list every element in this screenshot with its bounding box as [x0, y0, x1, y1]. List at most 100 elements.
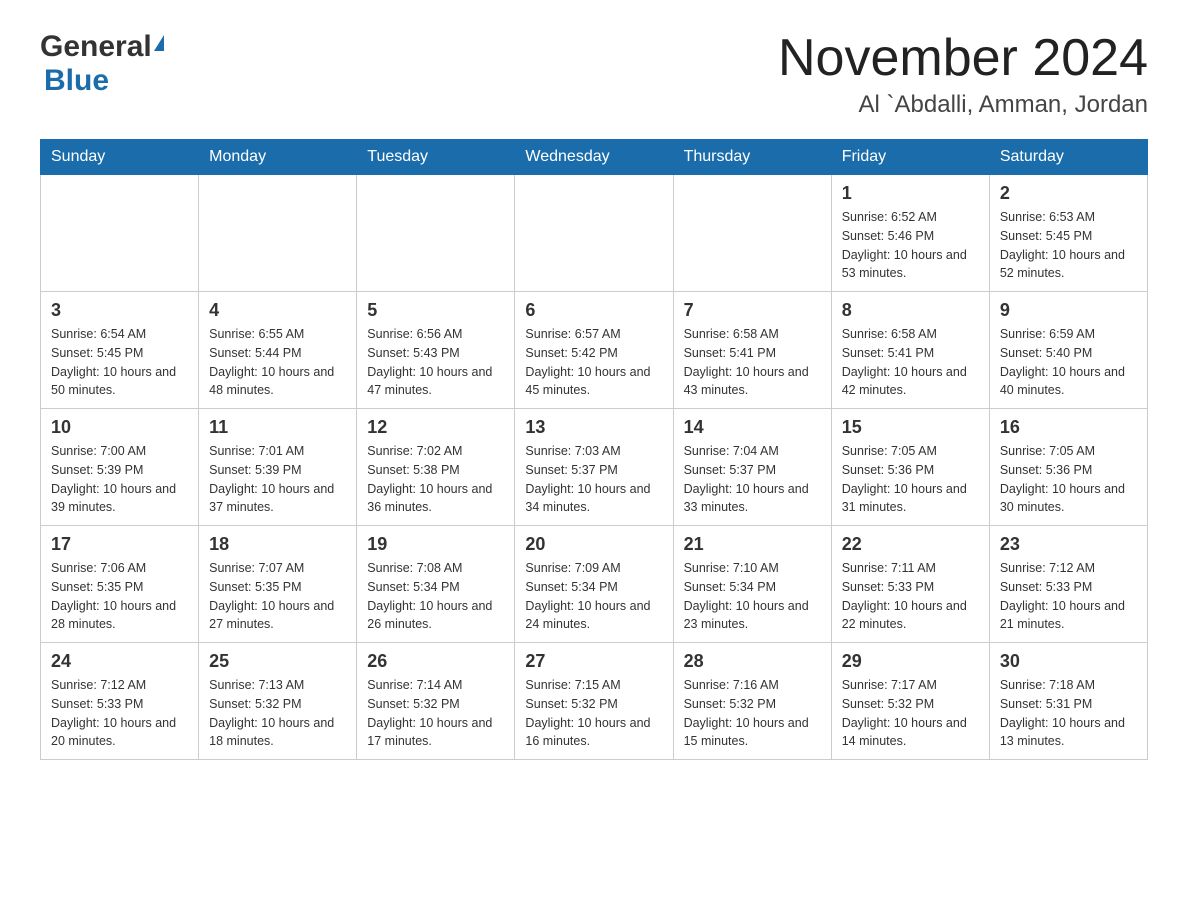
calendar-cell: 25 Sunrise: 7:13 AMSunset: 5:32 PMDayligh…: [199, 643, 357, 760]
day-info: Sunrise: 6:56 AMSunset: 5:43 PMDaylight:…: [367, 325, 504, 400]
day-info: Sunrise: 7:05 AMSunset: 5:36 PMDaylight:…: [842, 442, 979, 517]
day-number: 28: [684, 651, 821, 672]
day-number: 9: [1000, 300, 1137, 321]
day-info: Sunrise: 7:05 AMSunset: 5:36 PMDaylight:…: [1000, 442, 1137, 517]
day-number: 17: [51, 534, 188, 555]
day-number: 30: [1000, 651, 1137, 672]
calendar-cell: 26 Sunrise: 7:14 AMSunset: 5:32 PMDayligh…: [357, 643, 515, 760]
calendar-cell: 7 Sunrise: 6:58 AMSunset: 5:41 PMDaylight…: [673, 292, 831, 409]
calendar-week-row: 17Sunrise: 7:06 AMSunset: 5:35 PMDayligh…: [41, 526, 1148, 643]
day-info: Sunrise: 7:03 AMSunset: 5:37 PMDaylight:…: [525, 442, 662, 517]
calendar-cell: 18 Sunrise: 7:07 AMSunset: 5:35 PMDayligh…: [199, 526, 357, 643]
day-info: Sunrise: 7:01 AMSunset: 5:39 PMDaylight:…: [209, 442, 346, 517]
day-info: Sunrise: 6:58 AMSunset: 5:41 PMDaylight:…: [684, 325, 821, 400]
calendar-cell: 9Sunrise: 6:59 AMSunset: 5:40 PMDaylight…: [989, 292, 1147, 409]
logo: General Blue: [40, 30, 164, 98]
day-info: Sunrise: 6:57 AMSunset: 5:42 PMDaylight:…: [525, 325, 662, 400]
header-tuesday: Tuesday: [357, 140, 515, 175]
header-friday: Friday: [831, 140, 989, 175]
calendar-cell: 13 Sunrise: 7:03 AMSunset: 5:37 PMDayligh…: [515, 409, 673, 526]
calendar-table: SundayMondayTuesdayWednesdayThursdayFrid…: [40, 139, 1148, 760]
calendar-cell: 3 Sunrise: 6:54 AMSunset: 5:45 PMDaylight…: [41, 292, 199, 409]
calendar-cell: 28 Sunrise: 7:16 AMSunset: 5:32 PMDayligh…: [673, 643, 831, 760]
calendar-week-row: 24Sunrise: 7:12 AMSunset: 5:33 PMDayligh…: [41, 643, 1148, 760]
calendar-cell: 14 Sunrise: 7:04 AMSunset: 5:37 PMDayligh…: [673, 409, 831, 526]
day-number: 20: [525, 534, 662, 555]
header-sunday: Sunday: [41, 140, 199, 175]
day-number: 7: [684, 300, 821, 321]
day-number: 12: [367, 417, 504, 438]
calendar-subtitle: Al `Abdalli, Amman, Jordan: [778, 91, 1148, 119]
day-number: 25: [209, 651, 346, 672]
calendar-cell: 8 Sunrise: 6:58 AMSunset: 5:41 PMDaylight…: [831, 292, 989, 409]
day-info: Sunrise: 7:10 AMSunset: 5:34 PMDaylight:…: [684, 559, 821, 634]
day-info: Sunrise: 7:14 AMSunset: 5:32 PMDaylight:…: [367, 676, 504, 751]
day-number: 14: [684, 417, 821, 438]
day-number: 4: [209, 300, 346, 321]
day-info: Sunrise: 7:15 AMSunset: 5:32 PMDaylight:…: [525, 676, 662, 751]
calendar-cell: 27 Sunrise: 7:15 AMSunset: 5:32 PMDayligh…: [515, 643, 673, 760]
day-info: Sunrise: 7:04 AMSunset: 5:37 PMDaylight:…: [684, 442, 821, 517]
day-number: 2: [1000, 183, 1137, 204]
day-info: Sunrise: 6:52 AMSunset: 5:46 PMDaylight:…: [842, 208, 979, 283]
logo-blue: Blue: [40, 64, 109, 98]
day-info: Sunrise: 7:17 AMSunset: 5:32 PMDaylight:…: [842, 676, 979, 751]
day-number: 19: [367, 534, 504, 555]
day-number: 1: [842, 183, 979, 204]
day-number: 11: [209, 417, 346, 438]
calendar-cell: 2 Sunrise: 6:53 AMSunset: 5:45 PMDaylight…: [989, 175, 1147, 292]
day-info: Sunrise: 6:58 AMSunset: 5:41 PMDaylight:…: [842, 325, 979, 400]
calendar-cell: 1 Sunrise: 6:52 AMSunset: 5:46 PMDaylight…: [831, 175, 989, 292]
calendar-cell: 16Sunrise: 7:05 AMSunset: 5:36 PMDayligh…: [989, 409, 1147, 526]
header-thursday: Thursday: [673, 140, 831, 175]
calendar-cell: 22 Sunrise: 7:11 AMSunset: 5:33 PMDayligh…: [831, 526, 989, 643]
calendar-week-row: 1 Sunrise: 6:52 AMSunset: 5:46 PMDaylight…: [41, 175, 1148, 292]
day-number: 13: [525, 417, 662, 438]
header-monday: Monday: [199, 140, 357, 175]
day-info: Sunrise: 6:53 AMSunset: 5:45 PMDaylight:…: [1000, 208, 1137, 283]
day-number: 27: [525, 651, 662, 672]
day-number: 18: [209, 534, 346, 555]
logo-general: General: [40, 30, 152, 64]
day-info: Sunrise: 7:12 AMSunset: 5:33 PMDaylight:…: [1000, 559, 1137, 634]
day-number: 22: [842, 534, 979, 555]
calendar-cell: 10Sunrise: 7:00 AMSunset: 5:39 PMDayligh…: [41, 409, 199, 526]
logo-triangle-icon: [154, 35, 164, 51]
day-number: 24: [51, 651, 188, 672]
calendar-cell: 21Sunrise: 7:10 AMSunset: 5:34 PMDayligh…: [673, 526, 831, 643]
title-section: November 2024 Al `Abdalli, Amman, Jordan: [778, 30, 1148, 119]
day-number: 8: [842, 300, 979, 321]
calendar-cell: 20Sunrise: 7:09 AMSunset: 5:34 PMDayligh…: [515, 526, 673, 643]
day-number: 29: [842, 651, 979, 672]
day-info: Sunrise: 6:54 AMSunset: 5:45 PMDaylight:…: [51, 325, 188, 400]
day-info: Sunrise: 7:16 AMSunset: 5:32 PMDaylight:…: [684, 676, 821, 751]
day-number: 6: [525, 300, 662, 321]
calendar-week-row: 3 Sunrise: 6:54 AMSunset: 5:45 PMDaylight…: [41, 292, 1148, 409]
calendar-cell: [41, 175, 199, 292]
calendar-header-row: SundayMondayTuesdayWednesdayThursdayFrid…: [41, 140, 1148, 175]
day-info: Sunrise: 7:07 AMSunset: 5:35 PMDaylight:…: [209, 559, 346, 634]
header-saturday: Saturday: [989, 140, 1147, 175]
calendar-cell: 19Sunrise: 7:08 AMSunset: 5:34 PMDayligh…: [357, 526, 515, 643]
calendar-week-row: 10Sunrise: 7:00 AMSunset: 5:39 PMDayligh…: [41, 409, 1148, 526]
header-wednesday: Wednesday: [515, 140, 673, 175]
day-info: Sunrise: 7:18 AMSunset: 5:31 PMDaylight:…: [1000, 676, 1137, 751]
calendar-cell: 30 Sunrise: 7:18 AMSunset: 5:31 PMDayligh…: [989, 643, 1147, 760]
calendar-cell: 15Sunrise: 7:05 AMSunset: 5:36 PMDayligh…: [831, 409, 989, 526]
calendar-cell: [515, 175, 673, 292]
day-info: Sunrise: 7:13 AMSunset: 5:32 PMDaylight:…: [209, 676, 346, 751]
calendar-cell: [199, 175, 357, 292]
day-info: Sunrise: 7:11 AMSunset: 5:33 PMDaylight:…: [842, 559, 979, 634]
calendar-cell: 6 Sunrise: 6:57 AMSunset: 5:42 PMDaylight…: [515, 292, 673, 409]
calendar-cell: 17Sunrise: 7:06 AMSunset: 5:35 PMDayligh…: [41, 526, 199, 643]
calendar-cell: 29 Sunrise: 7:17 AMSunset: 5:32 PMDayligh…: [831, 643, 989, 760]
calendar-cell: [357, 175, 515, 292]
day-number: 3: [51, 300, 188, 321]
day-number: 23: [1000, 534, 1137, 555]
calendar-title: November 2024: [778, 30, 1148, 87]
day-number: 10: [51, 417, 188, 438]
calendar-cell: 23 Sunrise: 7:12 AMSunset: 5:33 PMDayligh…: [989, 526, 1147, 643]
calendar-cell: 4Sunrise: 6:55 AMSunset: 5:44 PMDaylight…: [199, 292, 357, 409]
calendar-cell: 11 Sunrise: 7:01 AMSunset: 5:39 PMDayligh…: [199, 409, 357, 526]
day-number: 26: [367, 651, 504, 672]
